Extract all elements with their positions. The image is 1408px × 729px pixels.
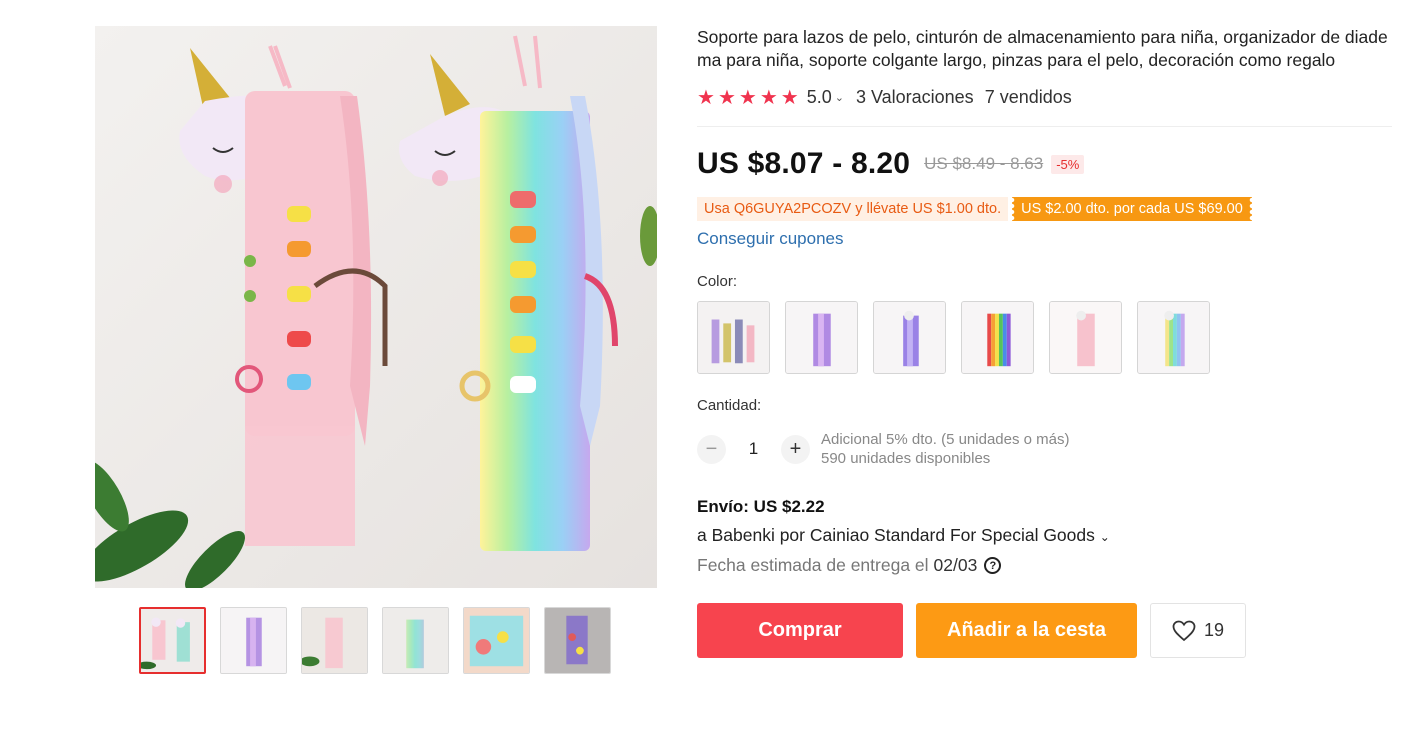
color-swatch-2[interactable] — [785, 301, 858, 374]
shipping-carrier[interactable]: a Babenki por Cainiao Standard For Speci… — [697, 525, 1397, 546]
delivery-date-label: Fecha estimada de entrega el — [697, 555, 929, 575]
color-swatch-6[interactable] — [1137, 301, 1210, 374]
help-icon[interactable]: ? — [984, 557, 1002, 574]
price-row: US $8.07 - 8.20 US $8.49 - 8.63 -5% — [697, 147, 1397, 181]
star-icon: ★ — [759, 86, 778, 109]
delivery-estimate: Fecha estimada de entrega el 02/03 ? — [697, 555, 1397, 576]
bulk-discount-note: Adicional 5% dto. (5 unidades o más) — [821, 431, 1070, 448]
color-swatch-3[interactable] — [873, 301, 946, 374]
purchase-actions: Comprar Añadir a la cesta 19 — [697, 603, 1397, 658]
delivery-date: 02/03 — [933, 555, 978, 575]
divider — [697, 126, 1392, 127]
buy-now-button[interactable]: Comprar — [697, 603, 903, 658]
quantity-stepper: − 1 + Adicional 5% dto. (5 unidades o má… — [697, 430, 1397, 468]
thumbnail-strip — [139, 607, 611, 674]
coupon-code-tag[interactable]: Usa Q6GUYA2PCOZV y llévate US $1.00 dto. — [697, 197, 1009, 221]
unicorn-holders-illustration — [95, 26, 657, 588]
thumbnail-2[interactable] — [220, 607, 287, 674]
sold-count: 7 vendidos — [984, 87, 1072, 107]
color-swatch-1-image — [698, 302, 769, 373]
main-product-image[interactable] — [95, 26, 657, 588]
rating-stars: ★ ★ ★ ★ ★ — [697, 88, 799, 108]
quantity-decrease-button[interactable]: − — [697, 434, 726, 464]
thumbnail-6-image — [545, 608, 610, 673]
get-coupons-link[interactable]: Conseguir cupones — [697, 229, 843, 249]
star-icon: ★ — [697, 86, 715, 109]
thumbnail-3[interactable] — [301, 607, 368, 674]
wishlist-count: 19 — [1203, 620, 1225, 640]
original-price: US $8.49 - 8.63 — [924, 154, 1044, 173]
product-info: Soporte para lazos de pelo, cinturón de … — [697, 26, 1397, 658]
store-discount-tag[interactable]: US $2.00 dto. por cada US $69.00 — [1012, 197, 1252, 221]
quantity-increase-button[interactable]: + — [781, 434, 810, 464]
thumbnail-6[interactable] — [544, 607, 611, 674]
thumbnail-1-image — [141, 609, 204, 672]
color-swatch-5[interactable] — [1049, 301, 1122, 374]
color-swatch-5-image — [1050, 302, 1121, 373]
star-icon: ★ — [738, 86, 757, 109]
stock-available: 590 unidades disponibles — [821, 450, 991, 467]
product-title: Soporte para lazos de pelo, cinturón de … — [697, 27, 1388, 70]
color-swatch-1[interactable] — [697, 301, 770, 374]
color-swatch-2-image — [786, 302, 857, 373]
rating-row: ★ ★ ★ ★ ★ 5.0 ⌄ 3 Valoraciones 7 vendido… — [697, 87, 1397, 108]
quantity-value[interactable]: 1 — [726, 439, 781, 459]
chevron-down-icon[interactable]: ⌄ — [1100, 530, 1110, 544]
heart-icon — [1172, 620, 1196, 642]
thumbnail-4-image — [383, 608, 448, 673]
color-swatch-4-image — [962, 302, 1033, 373]
wishlist-button[interactable]: 19 — [1150, 603, 1246, 658]
thumbnail-5-image — [464, 608, 529, 673]
rating-value[interactable]: 5.0 — [807, 87, 832, 108]
thumbnail-3-image — [302, 608, 367, 673]
thumbnail-5[interactable] — [463, 607, 530, 674]
chevron-down-icon[interactable]: ⌄ — [835, 91, 844, 104]
discount-badge: -5% — [1051, 154, 1085, 174]
quantity-label: Cantidad: — [697, 397, 762, 414]
promotions-row: Usa Q6GUYA2PCOZV y llévate US $1.00 dto.… — [697, 197, 1397, 221]
color-swatch-6-image — [1138, 302, 1209, 373]
color-swatches — [697, 301, 1397, 374]
color-swatch-4[interactable] — [961, 301, 1034, 374]
color-label: Color: — [697, 273, 738, 290]
star-icon: ★ — [717, 86, 736, 109]
quantity-notes: Adicional 5% dto. (5 unidades o más) 590… — [821, 430, 1069, 468]
add-to-cart-button[interactable]: Añadir a la cesta — [916, 603, 1137, 658]
current-price: US $8.07 - 8.20 — [697, 147, 911, 180]
thumbnail-4[interactable] — [382, 607, 449, 674]
star-icon: ★ — [780, 86, 799, 109]
color-swatch-3-image — [874, 302, 945, 373]
shipping-price: Envío: US $2.22 — [697, 497, 825, 516]
shipping-carrier-text[interactable]: a Babenki por Cainiao Standard For Speci… — [697, 525, 1095, 545]
thumbnail-2-image — [221, 608, 286, 673]
shipping-info: Envío: US $2.22 a Babenki por Cainiao St… — [697, 497, 1397, 576]
reviews-link[interactable]: 3 Valoraciones — [856, 87, 974, 108]
thumbnail-1[interactable] — [139, 607, 206, 674]
